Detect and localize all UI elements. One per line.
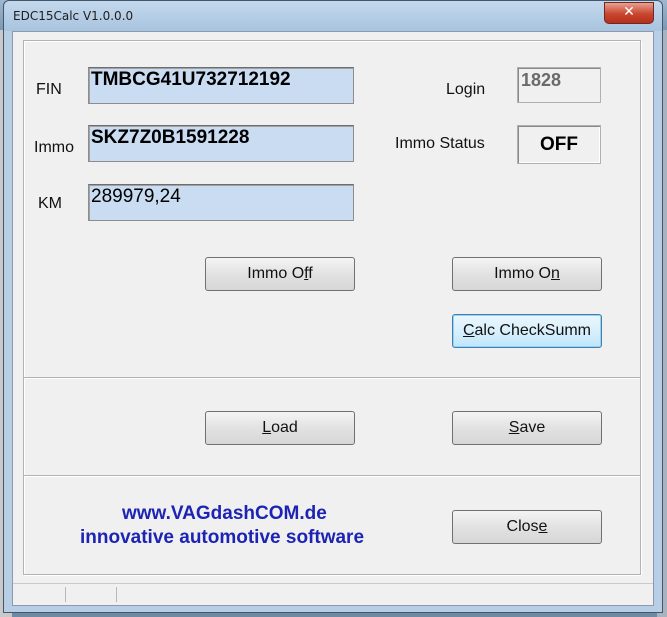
immo-off-button[interactable]: Immo Off [205, 257, 355, 291]
login-label: Login [446, 81, 486, 98]
immo-off-label: Immo O [247, 265, 305, 282]
immo-on-button[interactable]: Immo On [452, 257, 602, 291]
close-mnemonic: e [538, 518, 548, 535]
app-window: EDC15Calc V1.0.0.0 ✕ FIN TMBCG41U7327121… [3, 0, 663, 613]
brand-tagline: innovative automotive software [80, 527, 365, 548]
calc-label: alc CheckSumm [474, 322, 592, 339]
km-field[interactable]: 289979,24 [88, 184, 354, 221]
close-button[interactable]: Close [452, 510, 602, 544]
immo-off-label-end: f [308, 265, 313, 282]
status-pane-divider [116, 587, 117, 602]
close-label: Clos [506, 518, 539, 535]
load-mnemonic: L [262, 419, 272, 436]
immo-status-label: Immo Status [395, 135, 485, 152]
close-icon: ✕ [623, 4, 635, 20]
calc-mnemonic: C [462, 322, 475, 339]
status-pane-divider [65, 587, 66, 602]
km-label: KM [38, 195, 62, 212]
immo-field[interactable]: SKZ7Z0B1591228 [88, 125, 354, 162]
window-close-button[interactable]: ✕ [604, 2, 654, 24]
calc-checksumm-button[interactable]: Calc CheckSumm [452, 314, 602, 348]
login-value: 1828 [517, 67, 601, 103]
fin-label: FIN [36, 81, 62, 98]
load-button[interactable]: Load [205, 411, 355, 445]
immo-label: Immo [34, 139, 74, 156]
save-label: ave [519, 419, 546, 436]
immo-status-value: OFF [517, 125, 601, 164]
brand-url[interactable]: www.VAGdashCOM.de [122, 503, 327, 525]
save-mnemonic: S [508, 419, 520, 436]
footer-group: www.VAGdashCOM.de innovative automotive … [23, 475, 641, 575]
file-group: Load Save [23, 377, 641, 476]
client-area: FIN TMBCG41U732712192 Immo SKZ7Z0B159122… [12, 31, 654, 606]
data-group: FIN TMBCG41U732712192 Immo SKZ7Z0B159122… [23, 40, 641, 378]
status-bar [13, 583, 653, 605]
immo-on-mnemonic: n [550, 265, 560, 282]
window-title: EDC15Calc V1.0.0.0 [13, 9, 134, 23]
immo-on-label: Immo O [494, 265, 551, 282]
fin-field[interactable]: TMBCG41U732712192 [88, 67, 354, 104]
title-bar[interactable]: EDC15Calc V1.0.0.0 ✕ [4, 1, 662, 31]
load-label: oad [271, 419, 298, 436]
save-button[interactable]: Save [452, 411, 602, 445]
